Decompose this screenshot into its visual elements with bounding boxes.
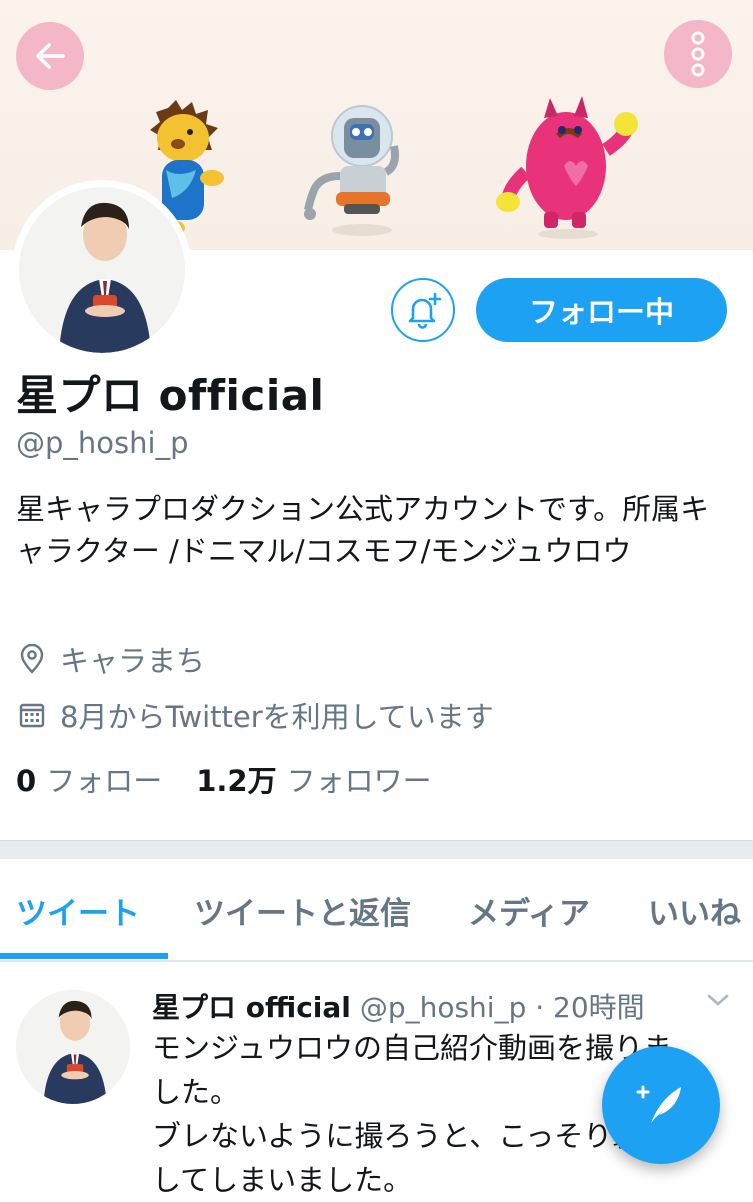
more-vertical-icon: [691, 31, 705, 77]
bell-plus-icon: [408, 292, 442, 329]
avatar-person-image: [19, 187, 185, 353]
more-options-button[interactable]: [664, 20, 732, 88]
tab-tweets[interactable]: ツイート: [16, 888, 140, 933]
followers-link[interactable]: 1.2万 フォロワー: [196, 758, 431, 800]
tweet-author-name[interactable]: 星プロ official: [152, 991, 351, 1024]
tweet-header: 星プロ official @p_hoshi_p · 20時間: [152, 986, 645, 1026]
mascot-monjuro-image: [496, 96, 638, 239]
back-button[interactable]: [16, 22, 84, 90]
profile-bio: 星キャラプロダクション公式アカウントです。所属キャラクター /ドニマル/コスモフ…: [16, 492, 710, 568]
profile-joined-date: 8月からTwitterを利用しています: [16, 694, 494, 736]
location-text: キャラまち: [60, 644, 206, 678]
following-button[interactable]: フォロー中: [476, 278, 727, 342]
followers-label: フォロワー: [286, 764, 432, 798]
following-link[interactable]: 0 フォロー: [16, 758, 162, 800]
profile-tabs: ツイート ツイートと返信 メディア いいね: [0, 858, 753, 962]
profile-stats: 0 フォロー 1.2万 フォロワー: [16, 758, 432, 800]
active-tab-indicator: [0, 953, 168, 959]
profile-handle: @p_hoshi_p: [16, 426, 189, 460]
notifications-toggle-button[interactable]: [391, 278, 455, 342]
profile-location: キャラまち: [16, 638, 205, 680]
section-divider: [0, 840, 753, 859]
tweet-menu-button[interactable]: [706, 992, 730, 1012]
tweet-author-avatar[interactable]: [16, 990, 130, 1104]
profile-avatar[interactable]: [12, 180, 192, 360]
arrow-left-icon: [36, 43, 65, 69]
location-pin-icon: [16, 643, 48, 675]
followers-count: 1.2万: [196, 764, 277, 798]
mascot-cosmof-image: [304, 105, 399, 236]
profile-name: 星プロ official: [16, 371, 325, 420]
compose-feather-icon: [636, 1085, 681, 1123]
tab-likes[interactable]: いいね: [648, 888, 741, 933]
avatar-person-image: [16, 990, 130, 1104]
following-label: フォロー: [46, 764, 163, 798]
following-count: 0: [16, 764, 37, 798]
chevron-down-icon: [707, 994, 729, 1006]
compose-tweet-button[interactable]: [602, 1046, 720, 1164]
joined-text: 8月からTwitterを利用しています: [60, 700, 494, 734]
tweet-text-line: してしまいました。: [152, 1163, 413, 1197]
tweet-meta: @p_hoshi_p · 20時間: [359, 991, 645, 1024]
calendar-icon: [16, 699, 48, 731]
tab-media[interactable]: メディア: [468, 888, 590, 933]
tab-tweets-and-replies[interactable]: ツイートと返信: [194, 888, 411, 933]
